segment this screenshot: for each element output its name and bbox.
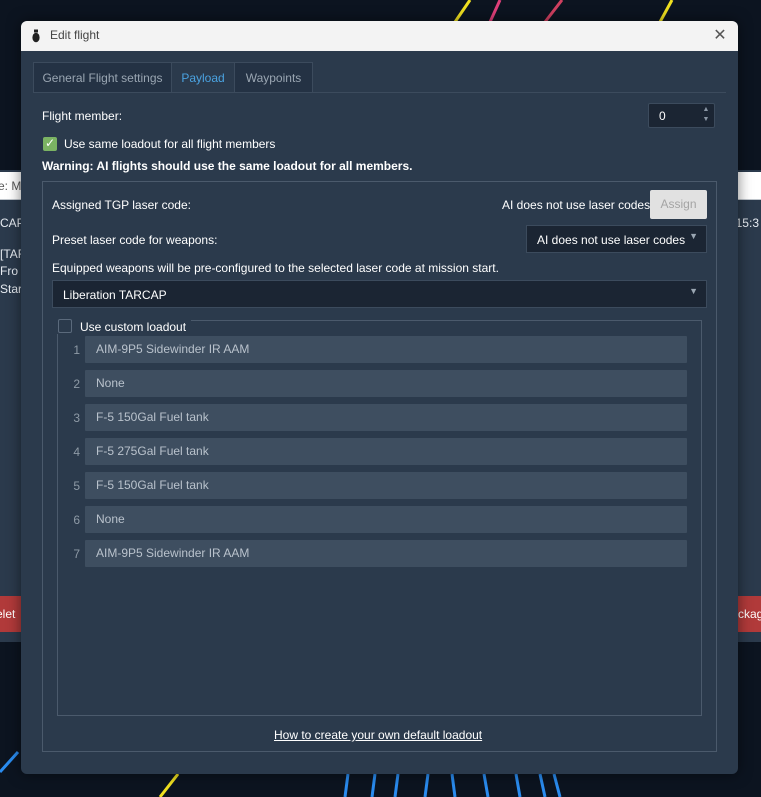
slot-weapon-field: None (85, 370, 687, 397)
equipped-weapons-note: Equipped weapons will be pre-configured … (52, 261, 499, 275)
slot-number: 5 (73, 479, 80, 493)
slot-weapon-field: F-5 275Gal Fuel tank (85, 438, 687, 465)
edit-flight-dialog: Edit flight ✕ General Flight settings Pa… (21, 21, 738, 774)
close-icon[interactable]: ✕ (710, 26, 730, 46)
same-loadout-checkbox[interactable]: ✓ (43, 136, 57, 151)
checkmark-icon: ✓ (45, 136, 56, 150)
slot-weapon-field: AIM-9P5 Sidewinder IR AAM (85, 336, 687, 363)
background-header-text: e: M (0, 179, 22, 193)
flight-member-label: Flight member: (42, 109, 123, 123)
default-loadout-help-link[interactable]: How to create your own default loadout (274, 728, 482, 742)
bomb-icon (32, 29, 40, 43)
background-text: Star (0, 282, 23, 296)
custom-loadout-checkbox[interactable] (58, 319, 72, 333)
tab-general-flight-settings[interactable]: General Flight settings (33, 62, 172, 93)
slot-number: 4 (73, 445, 80, 459)
slot-weapon-field: AIM-9P5 Sidewinder IR AAM (85, 540, 687, 567)
background-text: Fro (0, 264, 18, 278)
preset-laser-code-label: Preset laser code for weapons: (52, 233, 218, 247)
custom-loadout-label: Use custom loadout (80, 320, 187, 334)
dialog-titlebar: Edit flight ✕ (21, 21, 738, 51)
chevron-down-icon: ▼ (689, 231, 698, 241)
same-loadout-label: Use same loadout for all flight members (64, 137, 276, 151)
flight-member-spinbox[interactable]: 0 ▲ ▼ (648, 103, 715, 128)
tab-waypoints[interactable]: Waypoints (234, 62, 313, 93)
background-delete-button[interactable]: elet (0, 596, 21, 632)
spin-arrows-icon[interactable]: ▲ ▼ (701, 105, 711, 127)
slot-number: 6 (73, 513, 80, 527)
slot-number: 3 (73, 411, 80, 425)
flight-member-value: 0 (659, 109, 666, 123)
loadout-value: Liberation TARCAP (63, 288, 167, 302)
slot-weapon-field: F-5 150Gal Fuel tank (85, 404, 687, 431)
tab-payload[interactable]: Payload (171, 62, 235, 93)
tgp-status-text: AI does not use laser codes (502, 198, 651, 212)
loadout-select[interactable]: Liberation TARCAP ▼ (52, 280, 707, 308)
background-package-button[interactable]: ckag (738, 596, 761, 632)
preset-laser-code-value: AI does not use laser codes (537, 233, 686, 247)
chevron-down-icon: ▼ (689, 286, 698, 296)
tab-pane-border (33, 92, 726, 93)
slot-number: 7 (73, 547, 80, 561)
slot-weapon-field: F-5 150Gal Fuel tank (85, 472, 687, 499)
slot-number: 2 (73, 377, 80, 391)
slot-weapon-field: None (85, 506, 687, 533)
dialog-title: Edit flight (50, 28, 100, 42)
tgp-laser-code-label: Assigned TGP laser code: (52, 198, 191, 212)
assign-button[interactable]: Assign (650, 190, 707, 219)
slot-number: 1 (73, 343, 80, 357)
preset-laser-code-select[interactable]: AI does not use laser codes ▼ (526, 225, 707, 253)
ai-loadout-warning: Warning: AI flights should use the same … (42, 159, 413, 173)
